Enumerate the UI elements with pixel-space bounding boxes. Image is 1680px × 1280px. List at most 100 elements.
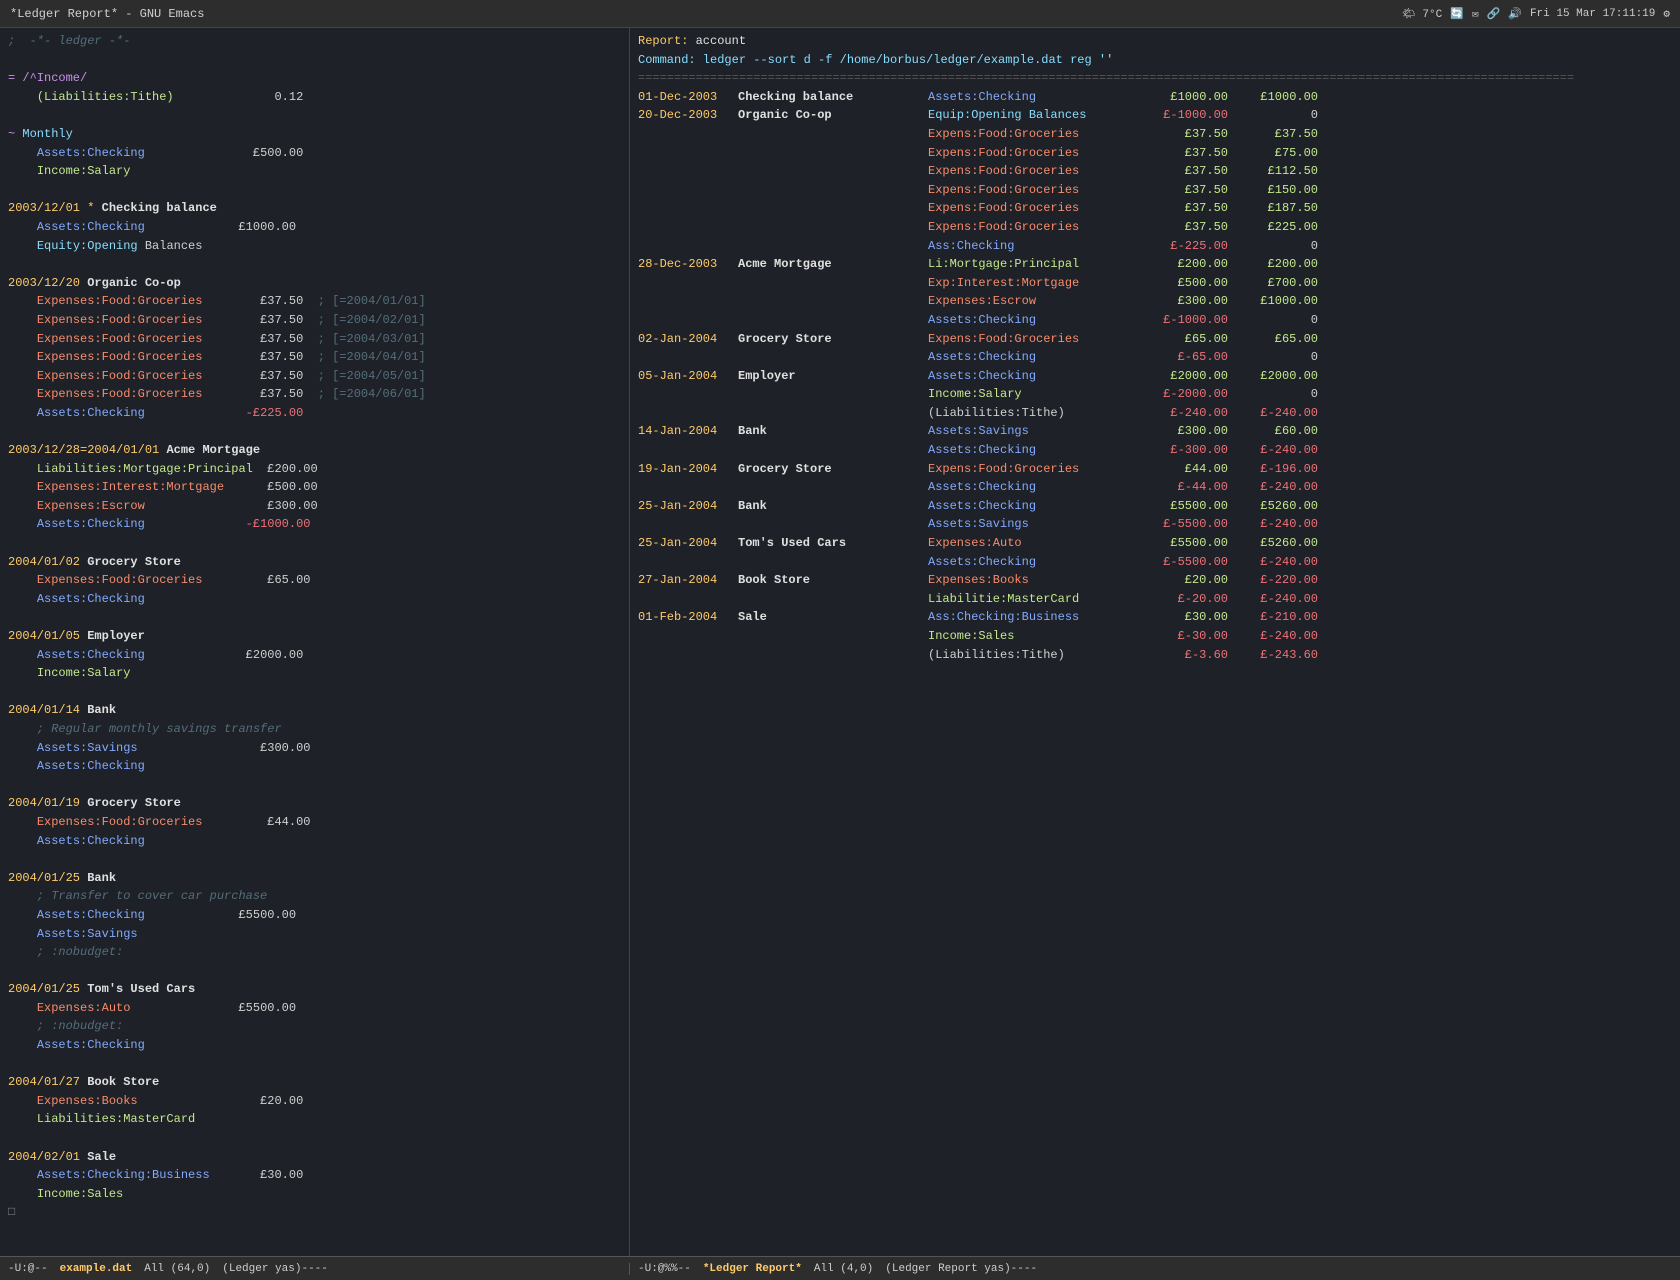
report-row: 05-Jan-2004EmployerAssets:Checking£2000.…: [638, 367, 1672, 386]
left-line: Liabilities:MasterCard: [8, 1110, 621, 1129]
report-row: Liabilitie:MasterCard£-20.00£-240.00: [638, 590, 1672, 609]
report-row: Income:Salary£-2000.000: [638, 385, 1672, 404]
left-info: All (64,0): [144, 1263, 210, 1275]
report-row: Expens:Food:Groceries£37.50£112.50: [638, 162, 1672, 181]
report-row: Assets:Checking£-5500.00£-240.00: [638, 553, 1672, 572]
left-line: Assets:Checking £500.00: [8, 144, 621, 163]
left-line: 2004/01/14 Bank: [8, 701, 621, 720]
left-line: Expenses:Auto £5500.00: [8, 999, 621, 1018]
left-line: [8, 776, 621, 795]
report-row: Expens:Food:Groceries£37.50£75.00: [638, 144, 1672, 163]
right-mode2: (Ledger Report yas)----: [885, 1263, 1037, 1275]
report-row: 02-Jan-2004Grocery StoreExpens:Food:Groc…: [638, 330, 1672, 349]
report-row: 28-Dec-2003Acme MortgageLi:Mortgage:Prin…: [638, 255, 1672, 274]
left-line: Assets:Checking: [8, 832, 621, 851]
left-line: Assets:Checking: [8, 1036, 621, 1055]
titlebar-title: *Ledger Report* - GNU Emacs: [10, 7, 204, 21]
refresh-icon[interactable]: 🔄: [1450, 7, 1464, 21]
report-row: Expens:Food:Groceries£37.50£37.50: [638, 125, 1672, 144]
left-line: Expenses:Food:Groceries £37.50 ; [=2004/…: [8, 367, 621, 386]
left-line: Liabilities:Mortgage:Principal £200.00: [8, 460, 621, 479]
left-line: Expenses:Food:Groceries £65.00: [8, 571, 621, 590]
report-row: Income:Sales£-30.00£-240.00: [638, 627, 1672, 646]
left-line: □: [8, 1203, 621, 1222]
left-line: ; :nobudget:: [8, 943, 621, 962]
statusbar-left: -U:@-- example.dat All (64,0) (Ledger ya…: [0, 1263, 630, 1275]
left-line: [8, 534, 621, 553]
report-row: 25-Jan-2004BankAssets:Checking£5500.00£5…: [638, 497, 1672, 516]
left-line: [8, 608, 621, 627]
left-line: Assets:Checking: [8, 757, 621, 776]
settings-icon[interactable]: ⚙: [1663, 7, 1670, 21]
left-line: Expenses:Food:Groceries £44.00: [8, 813, 621, 832]
report-row: Expens:Food:Groceries£37.50£225.00: [638, 218, 1672, 237]
left-line: ~ Monthly: [8, 125, 621, 144]
report-row: Assets:Checking£-44.00£-240.00: [638, 478, 1672, 497]
report-row: Assets:Savings£-5500.00£-240.00: [638, 515, 1672, 534]
report-row: 01-Feb-2004SaleAss:Checking:Business£30.…: [638, 608, 1672, 627]
left-line: Assets:Savings: [8, 925, 621, 944]
right-filename: *Ledger Report*: [703, 1263, 802, 1275]
report-row: 14-Jan-2004BankAssets:Savings£300.00£60.…: [638, 422, 1672, 441]
left-line: Assets:Checking £2000.00: [8, 646, 621, 665]
left-line: Expenses:Interest:Mortgage £500.00: [8, 478, 621, 497]
titlebar-right: 🌤 7°C 🔄 ✉ 🔗 🔊 Fri 15 Mar 17:11:19 ⚙: [1402, 7, 1670, 21]
left-line: Assets:Checking:Business £30.00: [8, 1166, 621, 1185]
report-row: Assets:Checking£-65.000: [638, 348, 1672, 367]
statusbar-right: -U:@%%-- *Ledger Report* All (4,0) (Ledg…: [630, 1263, 1680, 1275]
report-row: Expens:Food:Groceries£37.50£150.00: [638, 181, 1672, 200]
report-row: Exp:Interest:Mortgage£500.00£700.00: [638, 274, 1672, 293]
report-label: Report: account: [638, 32, 1672, 51]
left-line: 2004/01/05 Employer: [8, 627, 621, 646]
right-content: Report: accountCommand: ledger --sort d …: [638, 32, 1672, 664]
left-line: [8, 850, 621, 869]
left-line: [8, 962, 621, 981]
left-line: [8, 181, 621, 200]
datetime: Fri 15 Mar 17:11:19: [1530, 8, 1655, 20]
left-line: [8, 683, 621, 702]
main-area: ; -*- ledger -*- = /^Income/ (Liabilitie…: [0, 28, 1680, 1256]
right-mode: -U:@%%--: [638, 1263, 691, 1275]
left-line: 2004/01/02 Grocery Store: [8, 553, 621, 572]
left-line: 2003/12/20 Organic Co-op: [8, 274, 621, 293]
mail-icon[interactable]: ✉: [1472, 7, 1479, 21]
left-line: (Liabilities:Tithe) 0.12: [8, 88, 621, 107]
left-line: Assets:Checking -£1000.00: [8, 515, 621, 534]
report-row: Expenses:Escrow£300.00£1000.00: [638, 292, 1672, 311]
left-line: = /^Income/: [8, 69, 621, 88]
left-line: Assets:Savings £300.00: [8, 739, 621, 758]
report-command: Command: ledger --sort d -f /home/borbus…: [638, 51, 1672, 70]
report-row: Assets:Checking£-1000.000: [638, 311, 1672, 330]
left-line: Expenses:Food:Groceries £37.50 ; [=2004/…: [8, 292, 621, 311]
left-line: ; Regular monthly savings transfer: [8, 720, 621, 739]
weather-icon: 🌤 7°C: [1402, 7, 1442, 21]
left-line: [8, 1055, 621, 1074]
left-line: [8, 422, 621, 441]
report-row: 01-Dec-2003Checking balanceAssets:Checki…: [638, 88, 1672, 107]
report-row: Ass:Checking£-225.000: [638, 237, 1672, 256]
report-row: 19-Jan-2004Grocery StoreExpens:Food:Groc…: [638, 460, 1672, 479]
report-row: (Liabilities:Tithe)£-240.00£-240.00: [638, 404, 1672, 423]
left-line: [8, 1129, 621, 1148]
report-row: 27-Jan-2004Book StoreExpenses:Books£20.0…: [638, 571, 1672, 590]
report-row: (Liabilities:Tithe)£-3.60£-243.60: [638, 646, 1672, 665]
left-line: 2003/12/01 * Checking balance: [8, 199, 621, 218]
left-line: Income:Sales: [8, 1185, 621, 1204]
left-line: ; Transfer to cover car purchase: [8, 887, 621, 906]
left-line: [8, 255, 621, 274]
left-line: [8, 51, 621, 70]
left-line: 2004/01/25 Tom's Used Cars: [8, 980, 621, 999]
left-line: Expenses:Food:Groceries £37.50 ; [=2004/…: [8, 348, 621, 367]
speaker-icon[interactable]: 🔊: [1508, 7, 1522, 21]
left-line: Income:Salary: [8, 664, 621, 683]
left-line: 2004/01/19 Grocery Store: [8, 794, 621, 813]
left-line: Expenses:Food:Groceries £37.50 ; [=2004/…: [8, 311, 621, 330]
titlebar: *Ledger Report* - GNU Emacs 🌤 7°C 🔄 ✉ 🔗 …: [0, 0, 1680, 28]
left-line: Expenses:Food:Groceries £37.50 ; [=2004/…: [8, 385, 621, 404]
left-line: 2004/01/27 Book Store: [8, 1073, 621, 1092]
left-line: Assets:Checking: [8, 590, 621, 609]
left-line: ; -*- ledger -*-: [8, 32, 621, 51]
left-line: Equity:Opening Balances: [8, 237, 621, 256]
right-info: All (4,0): [814, 1263, 873, 1275]
left-mode: -U:@--: [8, 1263, 48, 1275]
